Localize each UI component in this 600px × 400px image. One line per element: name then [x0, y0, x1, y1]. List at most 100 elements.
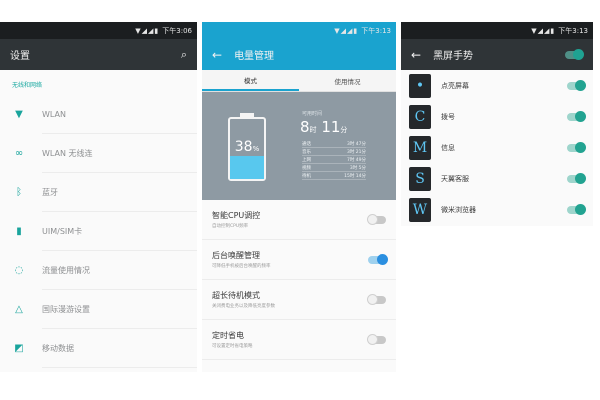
status-bar: ▼◢◢▮ 下午3:13	[401, 22, 593, 39]
settings-item-label: 流量使用情况	[42, 266, 90, 275]
power-management-screen: ▼◢◢▮ 下午3:13 ← 电量管理 模式 使用情况 38% 可用时间 8时 1…	[202, 22, 396, 372]
pref-subtitle: 自动控制CPU频率	[212, 224, 249, 229]
battery-level-fill	[230, 156, 264, 179]
settings-item-mobile-data[interactable]: ◩ 移动数据	[0, 329, 197, 368]
back-arrow-icon[interactable]: ←	[212, 48, 222, 62]
section-header: 无线和网络	[12, 82, 43, 89]
toggle-switch[interactable]	[567, 79, 586, 91]
gesture-m-icon: M	[409, 135, 431, 160]
link-icon: ∞	[14, 148, 24, 159]
battery-card: 38% 可用时间 8时 11分 通话 3时 47分 音乐 3时 21分 上网 7时 4…	[202, 92, 396, 200]
status-time: 下午3:06	[162, 26, 192, 35]
settings-item-label: WLAN	[42, 110, 67, 119]
tab-bar: 模式 使用情况	[202, 70, 396, 92]
search-icon[interactable]: ⌕	[181, 48, 187, 62]
gesture-item[interactable]: S 天翼客服	[401, 163, 593, 194]
gesture-s-icon: S	[409, 166, 431, 191]
battery-percent-unit: %	[252, 145, 260, 153]
status-time: 下午3:13	[361, 26, 391, 35]
usage-row: 音乐 3时 21分	[302, 149, 366, 156]
gesture-item[interactable]: • 点亮屏幕	[401, 70, 593, 101]
app-bar: 设置 ⌕	[0, 39, 197, 70]
bluetooth-icon: ᛒ	[16, 187, 22, 198]
gesture-label: 微米浏览器	[441, 205, 476, 214]
settings-item-roaming[interactable]: △ 国际漫游设置	[0, 290, 197, 329]
gesture-w-icon: W	[409, 197, 431, 222]
settings-item-data-usage[interactable]: ◌ 流量使用情况	[0, 251, 197, 290]
pref-subtitle: 可设置定时省电策略	[212, 344, 253, 349]
toggle-switch[interactable]	[567, 141, 586, 153]
toggle-switch[interactable]	[567, 172, 586, 184]
page-title: 黑屏手势	[433, 51, 474, 62]
settings-item-wlan-direct[interactable]: ∞ WLAN 无线连	[0, 134, 197, 173]
app-bar: ← 黑屏手势	[401, 39, 593, 70]
pref-background-wakeup[interactable]: 后台唤醒管理可降低手机被后台唤醒的频率	[202, 240, 396, 280]
settings-item-label: WLAN 无线连	[42, 149, 93, 158]
toggle-switch[interactable]	[368, 253, 388, 265]
sim-card-icon: ▮	[16, 226, 22, 237]
settings-screen: ▼◢◢▮ 下午3:06 设置 ⌕ 无线和网络 ▼ WLAN ∞ WLAN 无线连…	[0, 22, 197, 372]
pref-title: 后台唤醒管理	[212, 251, 260, 260]
gesture-label: 点亮屏幕	[441, 81, 469, 90]
usage-row: 待机 15时 14分	[302, 173, 366, 180]
battery-percent: 38%	[230, 139, 264, 155]
settings-item-wlan[interactable]: ▼ WLAN	[0, 95, 197, 134]
pref-long-standby[interactable]: 超长待机模式关闭费电业务以及降低亮度参数	[202, 280, 396, 320]
toggle-switch[interactable]	[567, 203, 586, 215]
status-time: 下午3:13	[558, 26, 588, 35]
usage-minutes-unit: 分	[340, 126, 348, 134]
signal-icon: ▼◢◢▮	[531, 26, 556, 35]
mobile-data-icon: ◩	[14, 343, 24, 354]
gesture-item[interactable]: W 微米浏览器	[401, 194, 593, 225]
gestures-screen: ▼◢◢▮ 下午3:13 ← 黑屏手势 • 点亮屏幕 C 拨号 M 信息 S 天翼…	[401, 22, 593, 226]
usage-minutes: 11	[321, 118, 341, 136]
settings-item-label: 国际漫游设置	[42, 305, 90, 314]
tab-usage[interactable]: 使用情况	[299, 70, 396, 91]
pref-subtitle: 关闭费电业务以及降低亮度参数	[212, 304, 275, 309]
pref-smart-cpu[interactable]: 智能CPU调控自动控制CPU频率	[202, 200, 396, 240]
settings-item-label: UIM/SIM卡	[42, 227, 83, 236]
gesture-item[interactable]: C 拨号	[401, 101, 593, 132]
toggle-switch[interactable]	[367, 293, 386, 305]
gesture-dot-icon: •	[409, 73, 431, 98]
toggle-switch[interactable]	[367, 213, 386, 225]
gesture-label: 天翼客服	[441, 174, 469, 183]
data-usage-icon: ◌	[14, 265, 24, 276]
usage-row: 通话 3时 47分	[302, 141, 366, 148]
tab-mode[interactable]: 模式	[202, 70, 299, 91]
page-title: 设置	[10, 51, 30, 62]
pref-scheduled-saving[interactable]: 定时省电可设置定时省电策略	[202, 320, 396, 360]
toggle-switch[interactable]	[567, 110, 586, 122]
usage-row: 上网 7时 49分	[302, 157, 366, 164]
gesture-item[interactable]: M 信息	[401, 132, 593, 163]
pref-subtitle: 可降低手机被后台唤醒的频率	[212, 264, 271, 269]
signal-icon: ▼◢◢▮	[135, 26, 160, 35]
roaming-icon: △	[15, 304, 23, 315]
settings-item-sim[interactable]: ▮ UIM/SIM卡	[0, 212, 197, 251]
settings-item-label: 蓝牙	[42, 188, 58, 197]
usage-row: 视频 3时 5分	[302, 165, 366, 172]
battery-percent-value: 38	[234, 139, 253, 155]
battery-icon: 38%	[228, 117, 266, 181]
usage-time: 8时 11分	[300, 118, 347, 136]
usage-label: 可用时间	[302, 111, 323, 117]
pref-title: 定时省电	[212, 331, 244, 340]
usage-hours: 8	[300, 118, 310, 136]
status-bar: ▼◢◢▮ 下午3:06	[0, 22, 197, 39]
signal-icon: ▼◢◢▮	[334, 26, 359, 35]
settings-item-label: 移动数据	[42, 344, 74, 353]
wifi-icon: ▼	[15, 109, 23, 120]
toggle-switch[interactable]	[367, 333, 386, 345]
master-toggle-switch[interactable]	[565, 48, 584, 60]
page-title: 电量管理	[234, 51, 275, 62]
pref-title: 超长待机模式	[212, 291, 260, 300]
usage-hours-unit: 时	[309, 126, 317, 134]
status-bar: ▼◢◢▮ 下午3:13	[202, 22, 396, 39]
gesture-label: 信息	[441, 143, 455, 152]
app-bar: ← 电量管理	[202, 39, 396, 70]
pref-title: 智能CPU调控	[212, 211, 261, 220]
gesture-label: 拨号	[441, 112, 455, 121]
back-arrow-icon[interactable]: ←	[411, 48, 421, 62]
settings-item-bluetooth[interactable]: ᛒ 蓝牙	[0, 173, 197, 212]
usage-breakdown: 通话 3时 47分 音乐 3时 21分 上网 7时 49分 视频 3时 5分 待机 15时…	[302, 140, 366, 180]
